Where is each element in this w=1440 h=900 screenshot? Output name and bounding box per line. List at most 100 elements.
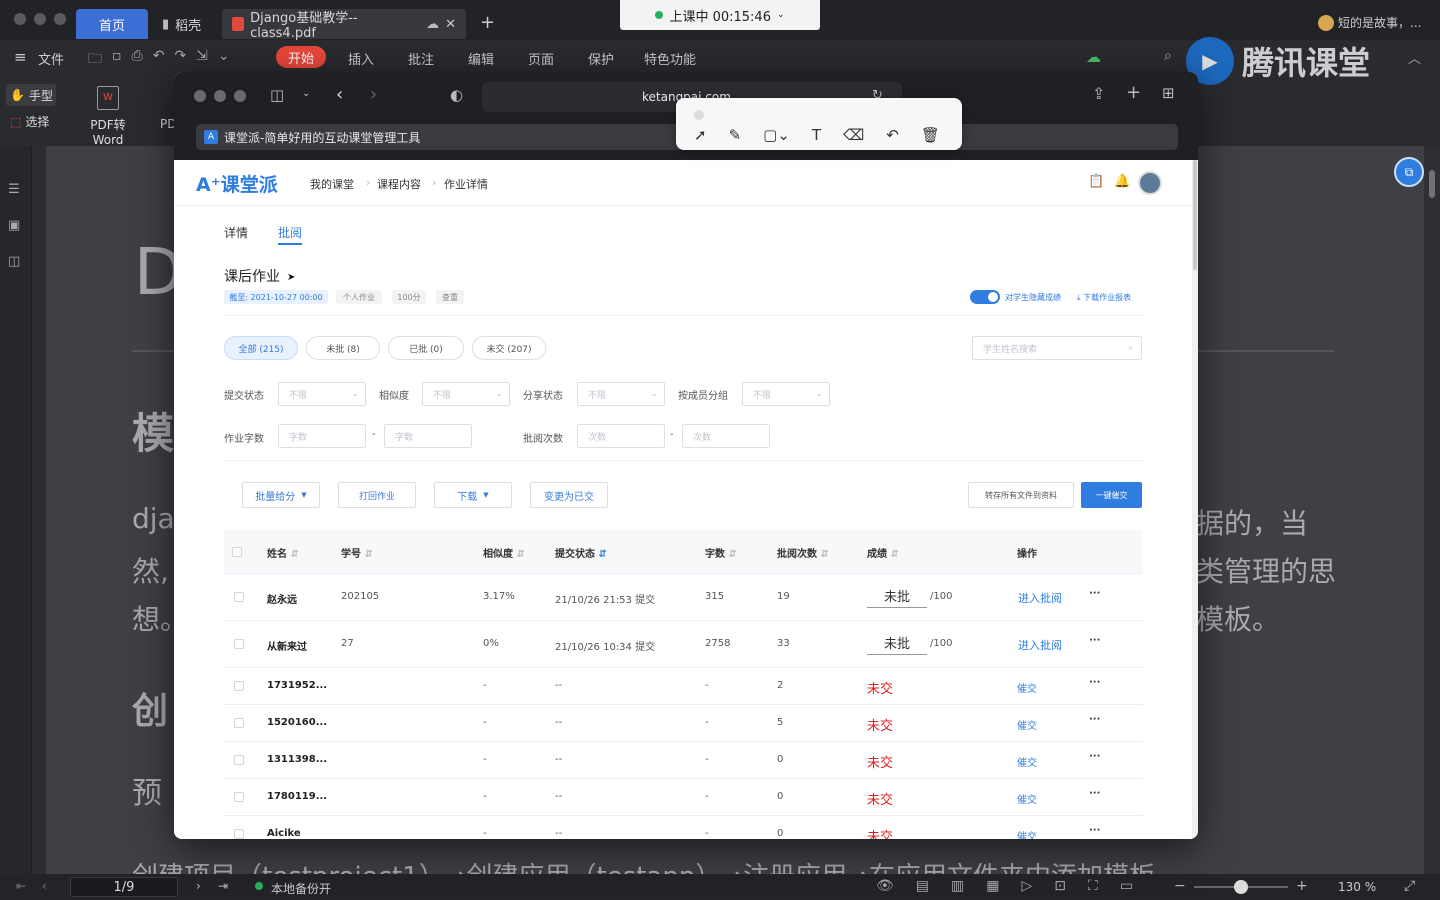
more-options-icon[interactable]: ··· [1089,714,1100,725]
review-count-max-input[interactable]: 次数 [682,424,770,448]
open-folder-icon[interactable]: 🗀 [88,48,102,72]
forward-icon[interactable]: › [370,84,377,105]
col-similarity[interactable]: 相似度 ⇵ [483,545,525,560]
annotation-list-icon[interactable]: ◫ [8,254,20,269]
filter-unreviewed[interactable]: 未批 (8) [306,336,380,360]
new-tab-button[interactable]: + [480,12,495,33]
grade-input[interactable]: 未批 [867,586,927,608]
page-number-input[interactable]: 1/9 [70,877,178,897]
word-count-min-input[interactable]: 字数 [278,424,366,448]
page-scrollbar[interactable] [1192,160,1198,839]
menu-page[interactable]: 页面 [528,49,554,68]
more-options-icon[interactable]: ··· [1089,588,1100,599]
redo-icon[interactable]: ↷ [174,48,186,72]
row-checkbox[interactable] [234,755,244,765]
review-count-min-input[interactable]: 次数 [577,424,665,448]
col-review-count[interactable]: 批阅次数 ⇵ [777,545,829,560]
print-icon[interactable]: ⎙ [132,48,143,72]
filter-all[interactable]: 全部 (215) [224,336,298,360]
transfer-files-button[interactable]: 转存所有文件到资料 [968,482,1074,508]
menu-edit[interactable]: 编辑 [468,49,494,68]
row-checkbox[interactable] [234,829,244,839]
window-minimize-button[interactable] [34,13,46,25]
tab-overview-icon[interactable]: ⊞ [1162,84,1175,102]
remind-link[interactable]: 催交 [1017,680,1037,695]
return-assignment-button[interactable]: 打回作业 [338,482,416,508]
chevron-down-icon[interactable]: ⌄ [302,88,310,99]
user-avatar[interactable] [1138,171,1162,195]
menu-special[interactable]: 特色功能 [644,49,696,68]
two-page-icon[interactable]: ▦ [986,878,999,894]
clipboard-icon[interactable]: 📋 [1088,174,1104,189]
actual-size-icon[interactable]: ⊡ [1054,878,1066,894]
menu-start[interactable]: 开始 [276,46,326,68]
col-word-count[interactable]: 字数 ⇵ [705,545,737,560]
share-icon[interactable]: ⇪ [1092,84,1105,103]
filter-reviewed[interactable]: 已批 (0) [388,336,464,360]
fit-page-icon[interactable]: ⛶ [1088,878,1098,894]
outline-icon[interactable]: ☰ [8,182,20,197]
search-icon[interactable]: ⌕ [1164,48,1172,64]
undo-icon[interactable]: ↶ [153,48,165,72]
word-count-max-input[interactable]: 字数 [384,424,472,448]
hide-grade-toggle[interactable] [970,290,1000,304]
menu-file[interactable]: 文件 [38,49,64,68]
menu-annotate[interactable]: 批注 [408,49,434,68]
more-options-icon[interactable]: ··· [1089,825,1100,836]
trash-icon[interactable]: 🗑 [921,126,940,144]
menu-insert[interactable]: 插入 [348,49,374,68]
eye-protection-icon[interactable]: 👁 [876,878,894,894]
student-search-input[interactable]: 学生姓名搜索 ⌕ [972,336,1142,360]
class-status-badge[interactable]: 上课中 00:15:46 ⌄ [620,0,820,30]
close-tab-icon[interactable]: ✕ [445,17,456,32]
remind-link[interactable]: 催交 [1017,791,1037,806]
enter-review-link[interactable]: 进入批阅 [1018,590,1062,606]
more-options-icon[interactable]: ··· [1089,635,1100,646]
more-options-icon[interactable]: ··· [1089,677,1100,688]
window-close-button[interactable] [14,13,26,25]
remind-link[interactable]: 催交 [1017,717,1037,732]
col-name[interactable]: 姓名 ⇵ [267,545,299,560]
more-dropdown-icon[interactable]: ⌄ [218,48,230,72]
eraser-icon[interactable]: ⌫ [843,126,864,144]
save-icon[interactable]: ▫ [112,48,122,72]
undo-icon[interactable]: ↶ [886,126,899,144]
grade-input[interactable]: 未批 [867,633,927,655]
remind-all-button[interactable]: 一键催交 [1081,482,1142,508]
similarity-select[interactable]: 不限 ⌄ [422,382,510,406]
document-scrollbar[interactable] [1424,146,1440,874]
enter-review-link[interactable]: 进入批阅 [1018,637,1062,653]
hand-tool-button[interactable]: ✋ 手型 [6,84,56,106]
pointer-icon[interactable]: ➚ [694,126,707,144]
row-checkbox[interactable] [234,718,244,728]
site-logo[interactable]: A⁺课堂派 [196,170,278,197]
tab-daoke[interactable]: ▮ 稻壳 [152,9,218,39]
browser-zoom-button[interactable] [234,90,246,102]
more-options-icon[interactable]: ··· [1089,751,1100,762]
privacy-shield-icon[interactable]: ◐ [450,86,463,104]
col-student-id[interactable]: 学号 ⇵ [341,545,373,560]
submit-status-select[interactable]: 不限 ⌄ [278,382,366,406]
zoom-level[interactable]: 130 % [1338,880,1376,894]
breadcrumb-course-content[interactable]: 课程内容 [377,176,421,192]
row-checkbox[interactable] [234,639,244,649]
tab-pdf-document[interactable]: Django基础教学--class4.pdf ☁ ✕ [222,9,466,41]
more-options-icon[interactable]: ··· [1089,788,1100,799]
continuous-page-icon[interactable]: ▥ [951,878,964,894]
select-all-checkbox[interactable] [232,547,242,557]
remind-link[interactable]: 催交 [1017,828,1037,839]
col-submit-status[interactable]: 提交状态 ⇵ [555,545,607,560]
batch-grade-button[interactable]: 批量给分 ▼ [242,482,320,508]
first-page-icon[interactable]: ⇤ [16,879,26,893]
tab-review[interactable]: 批阅 [278,224,302,241]
zoom-out-icon[interactable]: − [1174,878,1186,894]
hamburger-menu-icon[interactable]: ≡ [14,48,27,66]
row-checkbox[interactable] [234,792,244,802]
fullscreen-icon[interactable]: ⤢ [1404,878,1415,894]
filter-not-submitted[interactable]: 未交 (207) [472,336,546,360]
download-button[interactable]: 下载 ▼ [434,482,512,508]
window-zoom-button[interactable] [54,13,66,25]
floating-assistant-icon[interactable]: ⧉ [1394,157,1424,187]
menu-protect[interactable]: 保护 [588,49,614,68]
browser-close-button[interactable] [194,90,206,102]
